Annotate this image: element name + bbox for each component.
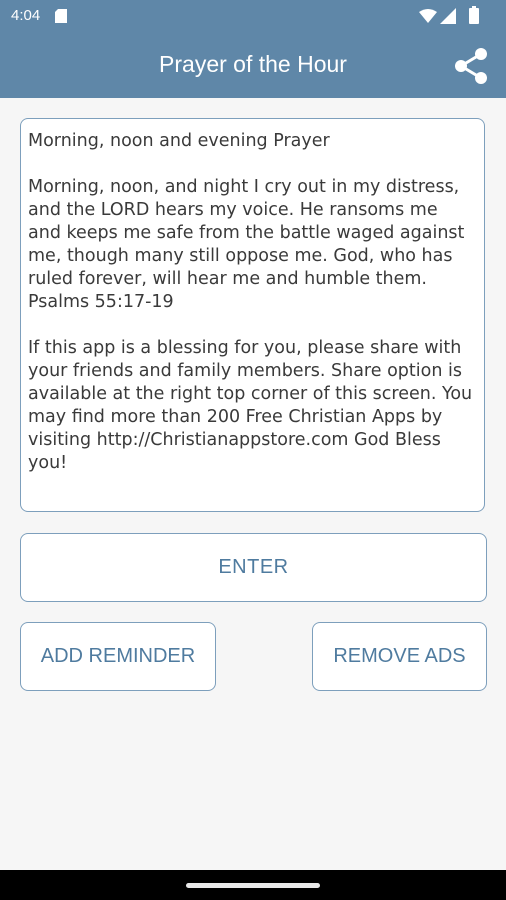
wifi-icon — [419, 9, 437, 23]
battery-icon — [469, 6, 479, 24]
app-title: Prayer of the Hour — [159, 51, 347, 77]
share-icon — [455, 48, 487, 84]
enter-button[interactable]: ENTER — [20, 533, 487, 602]
prayer-text-box[interactable]: Morning, noon and evening Prayer Morning… — [20, 118, 485, 512]
status-bar: 4:04 — [0, 0, 506, 32]
app-bar: Prayer of the Hour — [0, 32, 506, 98]
add-reminder-button[interactable]: ADD REMINDER — [20, 622, 216, 691]
remove-ads-button[interactable]: REMOVE ADS — [312, 622, 487, 691]
navigation-bar — [0, 870, 506, 900]
status-time: 4:04 — [11, 7, 41, 24]
sd-card-icon — [55, 9, 67, 23]
share-button[interactable] — [452, 46, 492, 86]
home-handle[interactable] — [186, 883, 320, 888]
signal-icon — [440, 8, 456, 24]
